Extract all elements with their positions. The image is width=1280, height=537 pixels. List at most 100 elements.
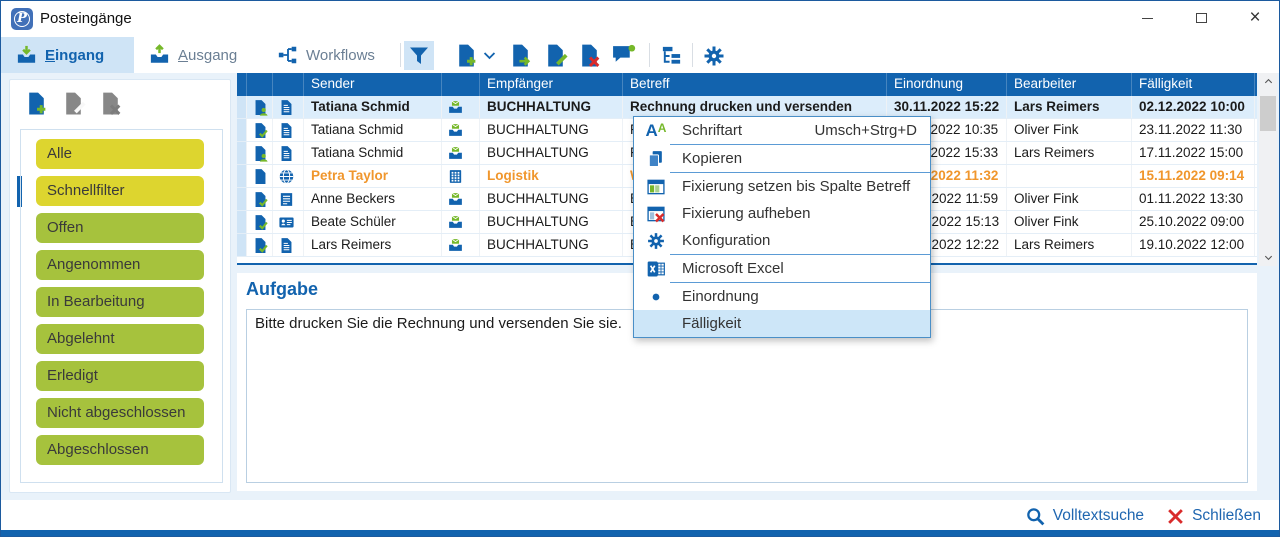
- context-menu: AA Schriftart Umsch+Strg+D Kopieren Fixi…: [633, 116, 931, 338]
- filter-button[interactable]: [404, 41, 434, 70]
- inbox-envelope-icon: [447, 145, 464, 162]
- tree-view-button[interactable]: [656, 41, 686, 70]
- menu-item-fixierung-setzen[interactable]: Fixierung setzen bis Spalte Betreff: [634, 173, 930, 200]
- edit-document-icon: [543, 43, 568, 68]
- recipient-cell: BUCHHALTUNG: [480, 119, 623, 141]
- delete-document-button[interactable]: [574, 41, 604, 70]
- assignee-cell: [1007, 165, 1132, 187]
- document-icon: [278, 145, 295, 162]
- delete-document-icon: [577, 43, 602, 68]
- filter-schnellfilter[interactable]: Schnellfilter: [36, 176, 204, 206]
- dropdown-chevron-icon: [481, 47, 498, 64]
- col-einordnung[interactable]: Einordnung: [887, 73, 1007, 96]
- inbox-tray-icon: [15, 44, 38, 67]
- document-icon: [278, 237, 295, 254]
- due-cell: 17.11.2022 15:00: [1132, 142, 1255, 164]
- fulltext-search-link[interactable]: Volltextsuche: [1025, 506, 1144, 527]
- recipient-cell: Logistik: [480, 165, 623, 187]
- due-cell: 19.10.2022 12:00: [1132, 234, 1255, 256]
- edit-filter-icon[interactable]: [61, 91, 86, 116]
- contact-card-icon: [278, 214, 295, 231]
- assignee-cell: Lars Reimers: [1007, 142, 1132, 164]
- inbox-envelope-icon: [447, 214, 464, 231]
- scroll-down-icon[interactable]: [1259, 249, 1277, 266]
- inbox-envelope-icon: [447, 237, 464, 254]
- filter-abgeschlossen[interactable]: Abgeschlossen: [36, 435, 204, 465]
- doc-person-icon: [252, 145, 269, 162]
- assignee-cell: Lars Reimers: [1007, 234, 1132, 256]
- tab-ausgang[interactable]: Ausgang: [134, 37, 259, 73]
- tab-workflows-label: Workflows: [306, 47, 375, 64]
- filter-alle[interactable]: Alle: [36, 139, 204, 169]
- close-link[interactable]: Schließen: [1166, 507, 1261, 526]
- col-sender[interactable]: Sender: [304, 73, 442, 96]
- menu-shortcut: Umsch+Strg+D: [814, 122, 917, 139]
- forward-document-button[interactable]: [505, 41, 535, 70]
- recipient-cell: BUCHHALTUNG: [480, 142, 623, 164]
- recipient-cell: BUCHHALTUNG: [480, 234, 623, 256]
- filter-abgelehnt[interactable]: Abgelehnt: [36, 324, 204, 354]
- menu-item-faelligkeit[interactable]: Fälligkeit: [634, 310, 930, 337]
- recipient-cell: BUCHHALTUNG: [480, 211, 623, 233]
- globe-icon: [278, 168, 295, 185]
- add-filter-icon[interactable]: [24, 91, 49, 116]
- subject-cell: Rechnung drucken und versenden: [623, 96, 887, 118]
- sender-cell: Tatiana Schmid: [304, 119, 442, 141]
- menu-item-microsoft-excel[interactable]: Microsoft Excel: [634, 255, 930, 282]
- edit-document-button[interactable]: [540, 41, 570, 70]
- filter-sidebar: Alle Schnellfilter Offen Angenommen In B…: [9, 79, 231, 493]
- menu-item-konfiguration[interactable]: Konfiguration: [634, 227, 930, 254]
- scrollbar-thumb[interactable]: [1260, 96, 1276, 131]
- recipient-cell: BUCHHALTUNG: [480, 96, 623, 118]
- menu-item-kopieren[interactable]: Kopieren: [634, 145, 930, 172]
- delete-filter-icon[interactable]: [98, 91, 123, 116]
- tab-toolbar: Eingang Ausgang Workflows: [1, 37, 1279, 73]
- settings-icon: [702, 44, 726, 68]
- tab-eingang[interactable]: Eingang: [1, 37, 134, 73]
- filter-erledigt[interactable]: Erledigt: [36, 361, 204, 391]
- new-document-button[interactable]: [451, 41, 481, 70]
- app-window: P Posteingänge × Eingang Ausgang Workflo…: [0, 0, 1280, 537]
- scroll-up-icon[interactable]: [1259, 73, 1277, 90]
- doc-check-icon: [252, 191, 269, 208]
- doc-check-icon: [252, 214, 269, 231]
- copy-icon: [645, 149, 667, 169]
- maximize-button[interactable]: [1181, 1, 1221, 35]
- due-cell: 01.11.2022 13:30: [1132, 188, 1255, 210]
- assignee-cell: Oliver Fink: [1007, 188, 1132, 210]
- bottom-accent-strip: [1, 530, 1279, 536]
- title-bar: P Posteingänge ×: [1, 1, 1279, 37]
- col-empfaenger[interactable]: Empfänger: [480, 73, 623, 96]
- new-document-dropdown[interactable]: [479, 41, 499, 70]
- filter-angenommen[interactable]: Angenommen: [36, 250, 204, 280]
- doc-check-icon: [252, 237, 269, 254]
- menu-item-fixierung-aufheben[interactable]: Fixierung aufheben: [634, 200, 930, 227]
- settings-button[interactable]: [699, 41, 729, 70]
- inbox-envelope-icon: [447, 122, 464, 139]
- comment-icon: [611, 43, 636, 68]
- table-scrollbar[interactable]: [1259, 73, 1277, 266]
- minimize-button[interactable]: [1127, 1, 1167, 35]
- filter-offen[interactable]: Offen: [36, 213, 204, 243]
- tab-workflows[interactable]: Workflows: [263, 37, 393, 73]
- doc-person-icon: [252, 99, 269, 116]
- col-betreff[interactable]: Betreff: [623, 73, 887, 96]
- task-heading: Aufgabe: [246, 279, 318, 300]
- inbox-envelope-icon: [447, 191, 464, 208]
- menu-item-schriftart[interactable]: AA Schriftart Umsch+Strg+D: [634, 117, 930, 144]
- outbox-tray-icon: [148, 44, 171, 67]
- menu-item-einordnung[interactable]: Einordnung: [634, 283, 930, 310]
- close-button[interactable]: ×: [1235, 1, 1275, 35]
- filter-in-bearbeitung[interactable]: In Bearbeitung: [36, 287, 204, 317]
- col-bearbeiter[interactable]: Bearbeiter: [1007, 73, 1132, 96]
- due-cell: 15.11.2022 09:14: [1132, 165, 1255, 187]
- assignee-cell: Lars Reimers: [1007, 96, 1132, 118]
- col-faelligkeit[interactable]: Fälligkeit: [1132, 73, 1255, 96]
- doc-check-icon: [252, 122, 269, 139]
- close-label: Schließen: [1192, 507, 1261, 525]
- sender-cell: Lars Reimers: [304, 234, 442, 256]
- filter-nicht-abgeschlossen[interactable]: Nicht abgeschlossen: [36, 398, 204, 428]
- sender-cell: Beate Schüler: [304, 211, 442, 233]
- comment-button[interactable]: [608, 41, 638, 70]
- toolbar-separator: [400, 43, 401, 67]
